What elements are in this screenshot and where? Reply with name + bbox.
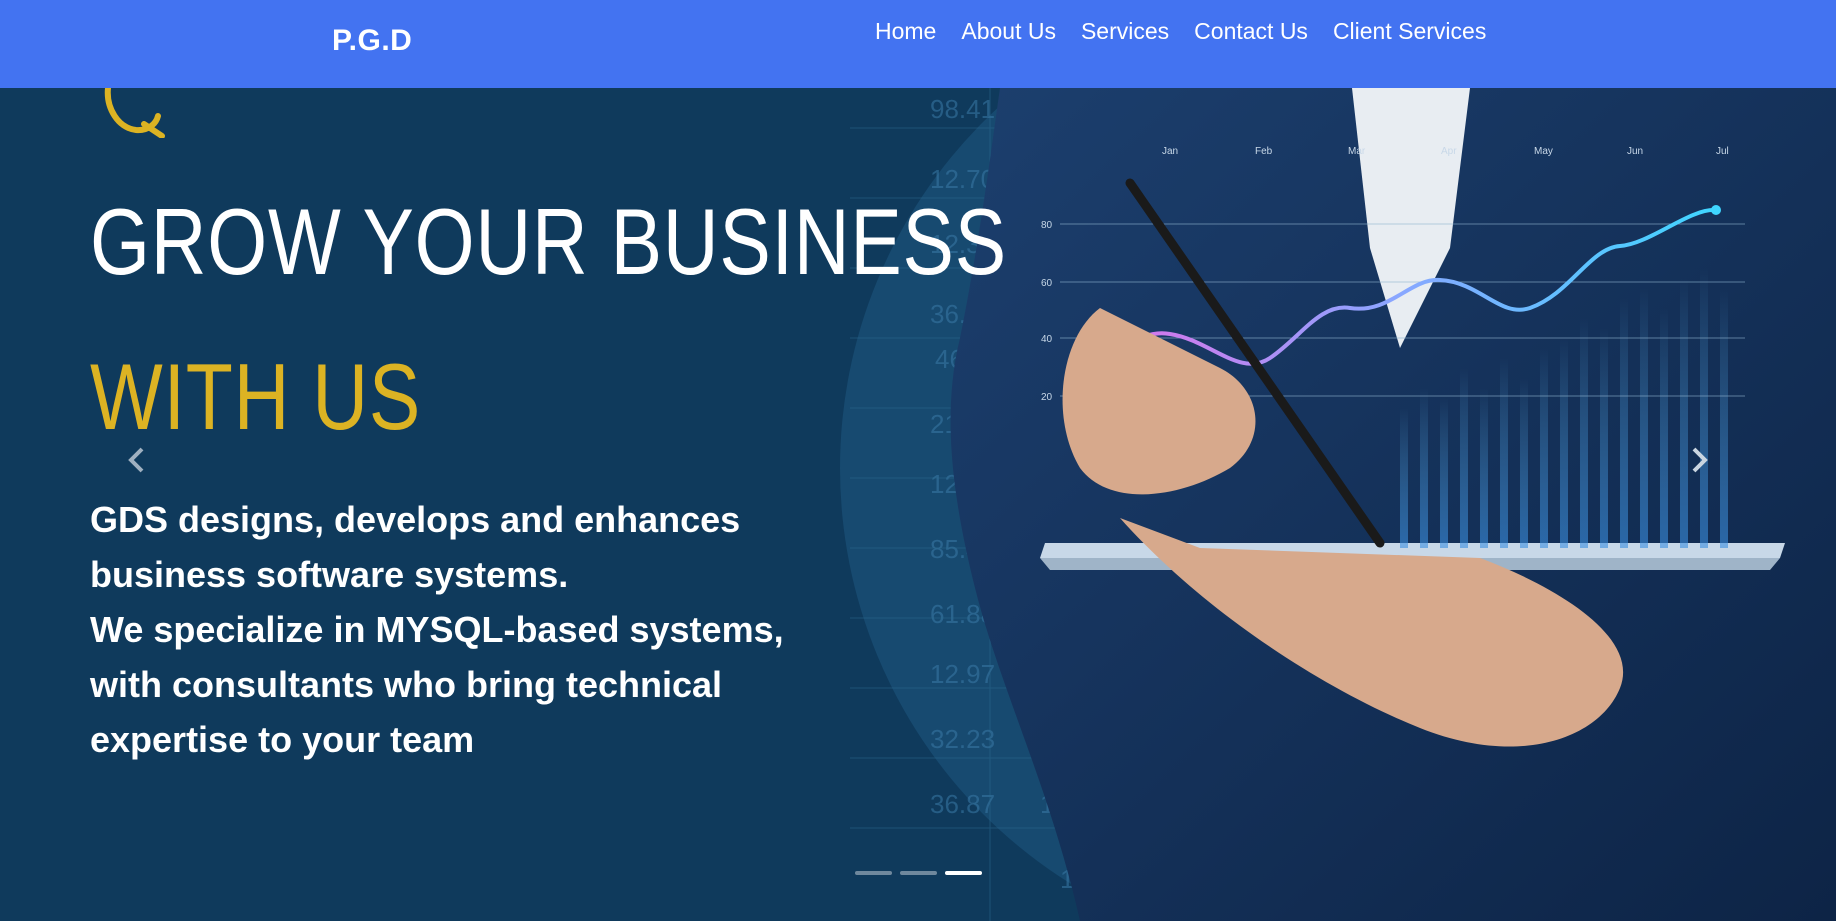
carousel-indicator-1[interactable]	[855, 871, 892, 875]
chart-overlay-y-label: 20	[1041, 392, 1053, 403]
chevron-right-icon	[1692, 447, 1708, 473]
carousel-indicator-2[interactable]	[900, 871, 937, 875]
top-navbar: P.G.D Home About Us Services Contact Us …	[0, 0, 1836, 88]
carousel-indicators	[855, 871, 982, 875]
hero-body-line2: We specialize in MYSQL-based systems, wi…	[90, 609, 784, 760]
hero-headline-line1: GROW YOUR BUSINESS	[90, 189, 1008, 294]
nav-link-home[interactable]: Home	[875, 18, 936, 45]
carousel-prev-button[interactable]	[114, 438, 158, 482]
chart-overlay-x-label: Jan	[1162, 146, 1178, 157]
hero-headline-line2: WITH US	[90, 344, 422, 449]
chart-overlay-y-label: 40	[1041, 334, 1053, 345]
background-number: 98.41	[930, 94, 995, 124]
background-number: 36.87	[930, 789, 995, 819]
q-logo-icon	[104, 88, 166, 143]
chart-overlay-x-label: May	[1534, 146, 1553, 157]
nav-link-services[interactable]: Services	[1081, 18, 1169, 45]
nav-link-client-services[interactable]: Client Services	[1333, 18, 1486, 45]
chart-overlay-x-label: Feb	[1255, 146, 1273, 157]
nav-links: Home About Us Services Contact Us Client…	[875, 18, 1486, 45]
chevron-left-icon	[128, 447, 144, 473]
chart-overlay-y-label: 80	[1041, 220, 1053, 231]
hero-body-copy: GDS designs, develops and enhances busin…	[90, 492, 850, 767]
hero-carousel: 201.7154.6613.86214.8717.0936.87124.0832…	[0, 88, 1836, 921]
brand-logo-link[interactable]: P.G.D	[332, 24, 412, 58]
chart-overlay-y-label: 60	[1041, 278, 1053, 289]
chart-overlay-x-label: Jul	[1716, 146, 1729, 157]
hero-body-line1: GDS designs, develops and enhances busin…	[90, 499, 741, 595]
nav-link-about-us[interactable]: About Us	[961, 18, 1056, 45]
nav-link-contact-us[interactable]: Contact Us	[1194, 18, 1308, 45]
background-number: 32.23	[930, 724, 995, 754]
chart-overlay-x-label: Apr	[1441, 146, 1457, 157]
carousel-next-button[interactable]	[1678, 438, 1722, 482]
carousel-indicator-3[interactable]	[945, 871, 982, 875]
chart-overlay-x-label: Mar	[1348, 146, 1366, 157]
background-number: 12.97	[930, 659, 995, 689]
chart-overlay-x-label: Jun	[1627, 146, 1643, 157]
